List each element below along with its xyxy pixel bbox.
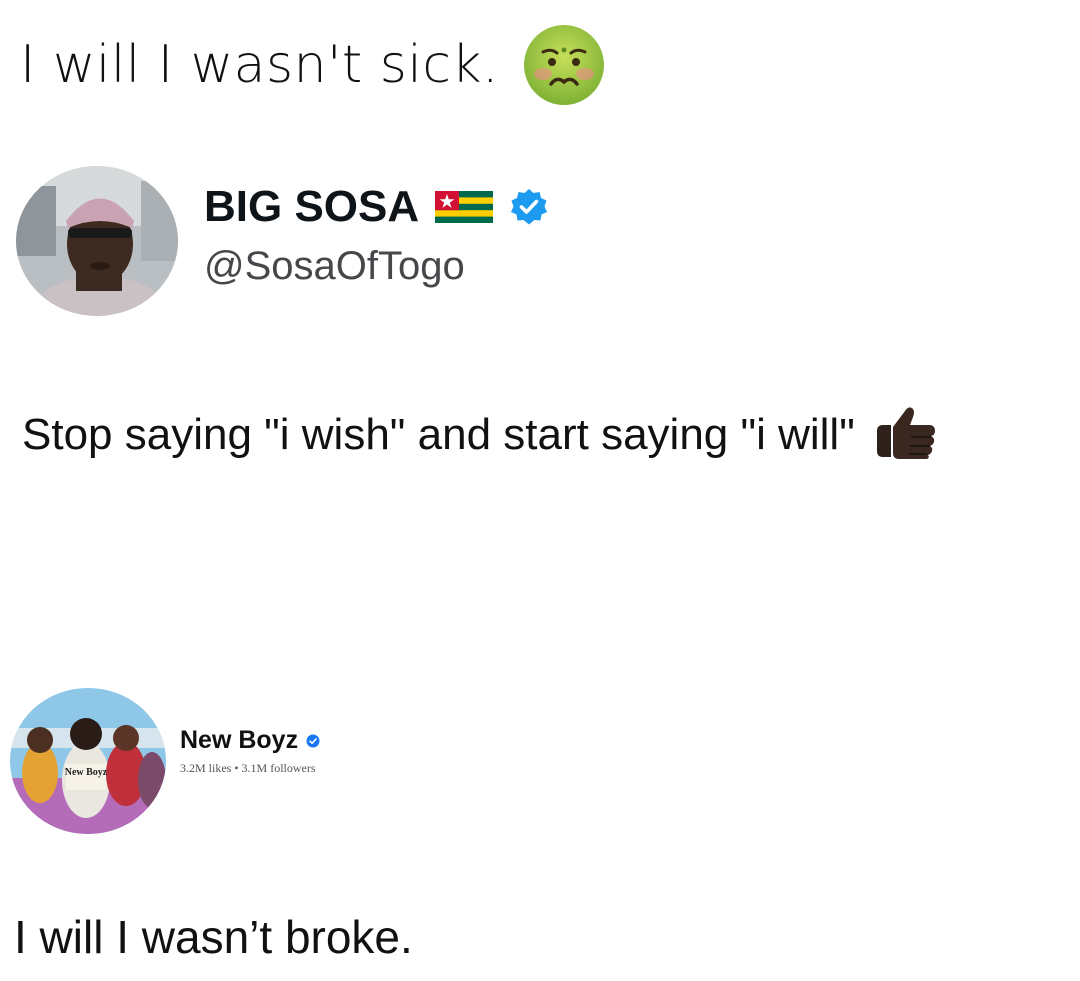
nauseated-face-icon <box>524 25 605 105</box>
togo-flag-icon <box>435 191 494 224</box>
avatar[interactable] <box>16 166 178 316</box>
top-caption-text: I will I wasn't sick. <box>20 35 500 95</box>
fb-name-row: New Boyz <box>180 726 320 755</box>
handle[interactable]: @SosaOfTogo <box>204 244 549 289</box>
display-name[interactable]: BIG SOSA <box>204 182 419 231</box>
tweet-text: Stop saying "i wish" and start saying "i… <box>22 410 855 459</box>
avatar-photo <box>16 166 178 316</box>
fb-names: New Boyz 3.2M likes • 3.1M followers <box>180 726 320 776</box>
top-caption: I will I wasn't sick. <box>20 22 607 108</box>
verified-badge-icon <box>511 189 548 225</box>
verified-badge-icon <box>306 734 320 747</box>
display-name-row: BIG SOSA <box>204 182 549 231</box>
tweet-body: Stop saying "i wish" and start saying "i… <box>22 402 1062 468</box>
fb-post-header: New Boyz New Boyz 3.2M likes • 3.1M foll… <box>10 688 320 834</box>
tweet-header: BIG SOSA @SosaOfTogo <box>16 166 549 316</box>
fb-avatar[interactable]: New Boyz <box>10 688 166 834</box>
meme-frame: I will I wasn't sick. BIG SOSA @SosaOfTo… <box>0 0 1080 981</box>
tweet-names: BIG SOSA @SosaOfTogo <box>204 182 549 289</box>
fb-avatar-logo-text: New Boyz <box>65 767 108 778</box>
fb-stats: 3.2M likes • 3.1M followers <box>180 761 316 775</box>
thumbs-up-icon <box>876 407 935 460</box>
bottom-caption: I will I wasn’t broke. <box>14 911 413 963</box>
fb-page-name[interactable]: New Boyz <box>180 726 298 755</box>
fb-avatar-artwork: New Boyz <box>10 688 166 834</box>
